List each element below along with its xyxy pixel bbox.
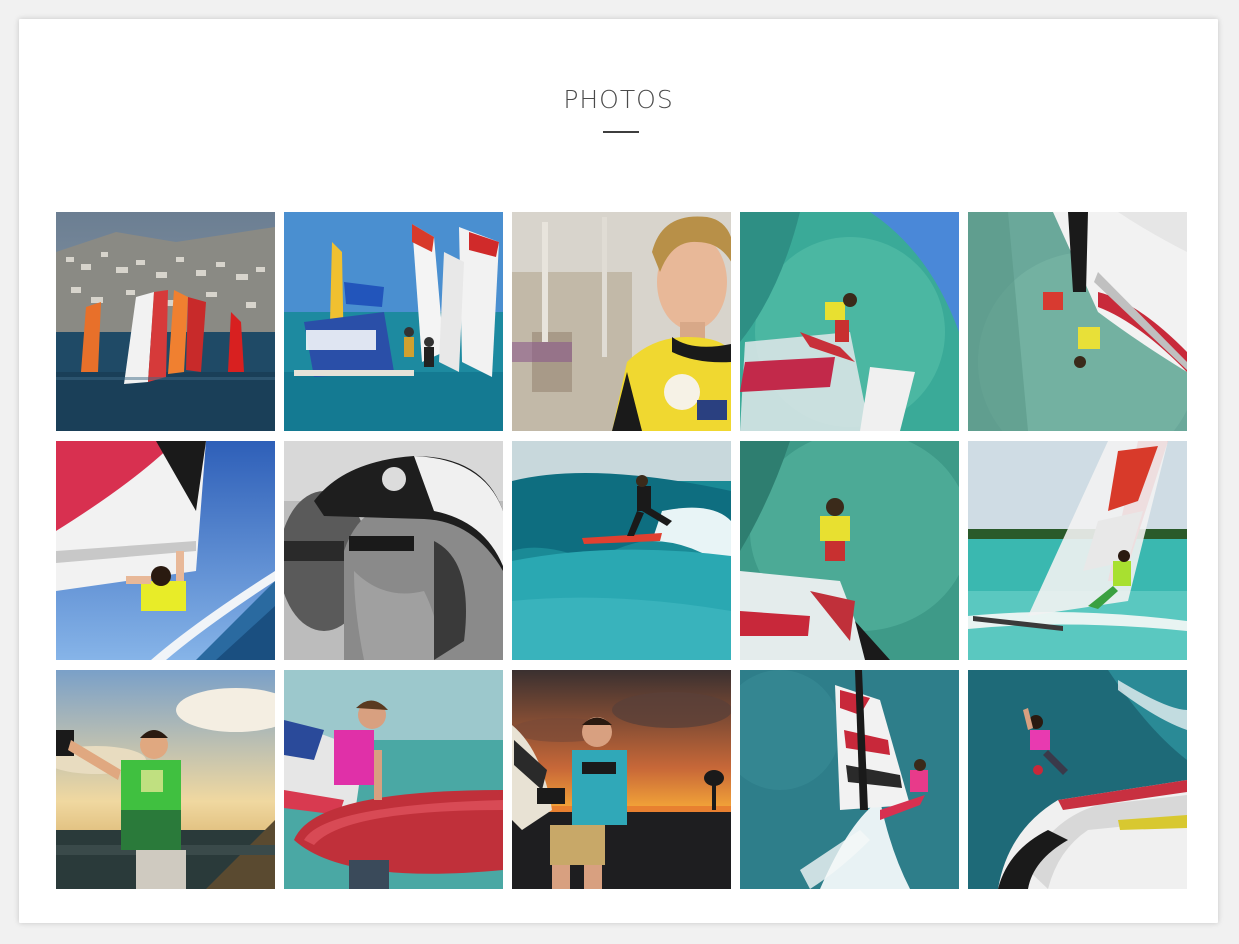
photo-image	[56, 670, 275, 889]
photo-thumbnail[interactable]	[968, 212, 1187, 431]
page-background: PHOTOS	[0, 0, 1239, 944]
photo-thumbnail[interactable]	[968, 670, 1187, 889]
photos-card: PHOTOS	[19, 19, 1218, 923]
title-underline	[603, 131, 639, 133]
photo-image	[56, 212, 275, 431]
photo-image	[284, 670, 503, 889]
photo-image	[740, 212, 959, 431]
photo-image	[968, 670, 1187, 889]
photo-image	[284, 212, 503, 431]
section-title: PHOTOS	[563, 85, 674, 114]
photo-image	[740, 670, 959, 889]
photo-image	[968, 212, 1187, 431]
photo-thumbnail[interactable]	[512, 212, 731, 431]
photo-thumbnail[interactable]	[740, 212, 959, 431]
photo-grid	[56, 212, 1188, 889]
photo-image	[740, 441, 959, 660]
photo-image	[968, 441, 1187, 660]
photo-image	[512, 441, 731, 660]
photo-thumbnail[interactable]	[56, 212, 275, 431]
photo-image	[56, 441, 275, 660]
photo-thumbnail[interactable]	[284, 670, 503, 889]
photo-thumbnail[interactable]	[968, 441, 1187, 660]
photo-thumbnail[interactable]	[284, 212, 503, 431]
photo-thumbnail[interactable]	[512, 441, 731, 660]
photo-thumbnail[interactable]	[740, 441, 959, 660]
photo-thumbnail[interactable]	[284, 441, 503, 660]
photo-thumbnail[interactable]	[740, 670, 959, 889]
photo-image	[284, 441, 503, 660]
photo-thumbnail[interactable]	[512, 670, 731, 889]
photo-image	[512, 670, 731, 889]
photo-image	[512, 212, 731, 431]
photo-thumbnail[interactable]	[56, 441, 275, 660]
photo-thumbnail[interactable]	[56, 670, 275, 889]
